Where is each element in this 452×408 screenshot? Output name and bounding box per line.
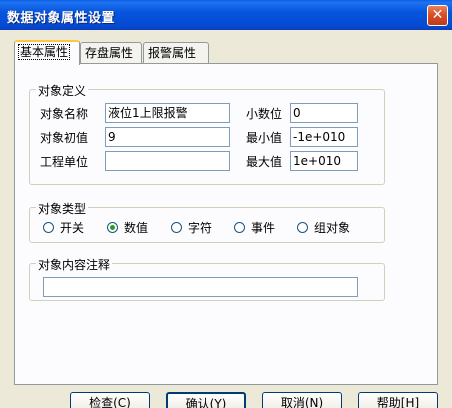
title-bar[interactable]: 数据对象属性设置 ✕	[0, 0, 452, 30]
radio-event-label: 事件	[251, 221, 276, 235]
object-definition-legend: 对象定义	[36, 82, 89, 99]
close-icon: ✕	[431, 7, 444, 23]
unit-field[interactable]	[105, 151, 230, 171]
tab-storage-label: 存盘属性	[85, 46, 134, 60]
object-init-field[interactable]: 9	[105, 127, 230, 147]
object-name-label: 对象名称	[40, 107, 89, 121]
object-init-label: 对象初值	[40, 131, 89, 145]
radio-switch-label: 开关	[60, 221, 85, 235]
help-button[interactable]: 帮助[H]	[358, 392, 438, 408]
confirm-button[interactable]: 确认(Y)	[166, 392, 246, 408]
object-name-field[interactable]: 液位1上限报警	[105, 103, 230, 123]
max-value-field[interactable]: 1e+010	[290, 151, 358, 171]
tab-storage[interactable]: 存盘属性	[80, 42, 142, 63]
radio-group-object-label: 组对象	[314, 221, 351, 235]
object-comment-legend: 对象内容注释	[36, 256, 113, 273]
decimals-field[interactable]: 0	[290, 103, 358, 123]
radio-event-indicator	[234, 222, 245, 233]
unit-label: 工程单位	[40, 155, 89, 169]
decimals-label: 小数位	[246, 107, 283, 121]
tab-basic[interactable]: 基本属性	[14, 40, 80, 65]
object-comment-group: 对象内容注释	[29, 256, 385, 301]
radio-string-indicator	[171, 222, 182, 233]
check-button[interactable]: 检查(C)	[70, 392, 150, 408]
object-definition-group: 对象定义 对象名称 液位1上限报警 对象初值 9 工程单位 小数位 0 最小值 …	[29, 82, 385, 185]
radio-string-label: 字符	[188, 221, 213, 235]
radio-numeric-label: 数值	[124, 221, 149, 235]
tab-alarm-label: 报警属性	[148, 46, 197, 60]
tab-panel-basic: 对象定义 对象名称 液位1上限报警 对象初值 9 工程单位 小数位 0 最小值 …	[14, 63, 438, 385]
min-value-label: 最小值	[246, 131, 283, 145]
radio-switch-indicator	[43, 222, 54, 233]
object-type-legend: 对象类型	[36, 200, 89, 217]
radio-numeric-indicator	[107, 222, 118, 233]
comment-field[interactable]	[43, 277, 358, 297]
properties-dialog: 数据对象属性设置 ✕ 基本属性 存盘属性 报警属性 对象定义 对象名称 液位1上…	[0, 0, 452, 408]
object-type-group: 对象类型 开关 数值 字符 事件 组对象	[29, 200, 385, 243]
window-title: 数据对象属性设置	[7, 11, 116, 26]
max-value-label: 最大值	[246, 155, 283, 169]
close-button[interactable]: ✕	[427, 5, 448, 26]
object-type-options: 开关 数值 字符 事件 组对象	[43, 220, 373, 236]
min-value-field[interactable]: -1e+010	[290, 127, 358, 147]
tab-alarm[interactable]: 报警属性	[143, 42, 209, 63]
radio-group-object-indicator	[297, 222, 308, 233]
tab-basic-label: 基本属性	[17, 44, 71, 60]
cancel-button[interactable]: 取消(N)	[262, 392, 342, 408]
